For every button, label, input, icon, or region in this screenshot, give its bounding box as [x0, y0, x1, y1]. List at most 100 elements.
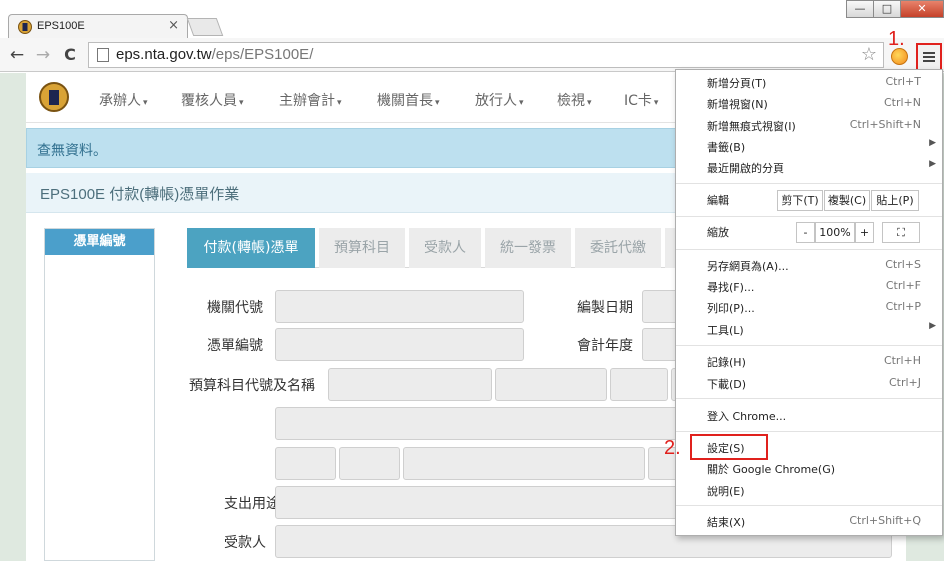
nav-ic-card[interactable]: IC卡 ▾ [624, 90, 658, 110]
minimize-button[interactable]: — [846, 0, 874, 18]
voucher-list: 憑單編號 [44, 228, 155, 561]
menu-item-help[interactable]: 說明(E) [676, 480, 942, 501]
menu-label: 另存網頁為(A)... [707, 260, 789, 273]
agency-logo-icon [18, 20, 32, 34]
nav-releaser[interactable]: 放行人 ▾ [475, 90, 524, 110]
nav-handler[interactable]: 承辦人 ▾ [99, 90, 148, 110]
menu-shortcut: Ctrl+Shift+Q [849, 514, 921, 527]
page-title: EPS100E 付款(轉帳)憑單作業 [40, 186, 240, 203]
caret-down-icon: ▾ [587, 98, 592, 108]
compile-date-label: 編製日期 [577, 300, 633, 316]
chrome-menu-button[interactable] [916, 43, 942, 71]
zoom-in-button[interactable]: + [855, 222, 874, 243]
chrome-menu: 新增分頁(T) Ctrl+T 新增視窗(N) Ctrl+N 新增無痕式視窗(I) Ct… [675, 69, 943, 536]
caret-down-icon: ▾ [143, 98, 148, 108]
menu-item-sign-in[interactable]: 登入 Chrome... [676, 405, 942, 426]
menu-label: 記錄(H) [707, 356, 746, 369]
close-window-button[interactable]: ✕ [900, 0, 944, 18]
caret-down-icon: ▾ [519, 98, 524, 108]
step-1-annotation: 1. [888, 28, 905, 50]
menu-item-exit[interactable]: 結束(X) Ctrl+Shift+Q [676, 511, 942, 532]
budget-field-c[interactable] [403, 447, 645, 480]
caret-down-icon: ▾ [435, 98, 440, 108]
budget-sub-input[interactable] [610, 368, 668, 401]
menu-label: 新增無痕式視窗(I) [707, 120, 796, 133]
nav-view[interactable]: 檢視 ▾ [557, 90, 592, 110]
menu-label: 工具(L) [707, 324, 744, 337]
tab-title: EPS100E [37, 20, 85, 32]
address-bar[interactable]: eps.nta.gov.tw/eps/EPS100E/ ☆ [88, 42, 884, 68]
menu-separator [676, 216, 942, 217]
menu-item-save-page[interactable]: 另存網頁為(A)... Ctrl+S [676, 255, 942, 276]
voucher-no-input[interactable] [275, 328, 524, 361]
url-path: /eps/EPS100E/ [211, 46, 314, 63]
budget-code-input[interactable] [328, 368, 492, 401]
budget-item-label: 預算科目代號及名稱 [189, 378, 315, 394]
tab-uniform-invoice[interactable]: 統一發票 [485, 228, 571, 268]
menu-separator [676, 431, 942, 432]
nav-label: 檢視 [557, 93, 585, 109]
maximize-button[interactable]: □ [873, 0, 901, 18]
step-2-annotation: 2. [664, 437, 681, 459]
menu-label: 下載(D) [707, 378, 747, 391]
nav-label: 覆核人員 [181, 93, 237, 109]
budget-name-input[interactable] [495, 368, 607, 401]
menu-item-incognito[interactable]: 新增無痕式視窗(I) Ctrl+Shift+N [676, 115, 942, 136]
nav-label: 承辦人 [99, 93, 141, 109]
menu-separator [676, 249, 942, 250]
expense-purpose-input[interactable] [275, 486, 685, 519]
menu-shortcut: Ctrl+T [885, 75, 921, 88]
tab-strip: EPS100E × — □ ✕ [0, 0, 944, 40]
menu-item-new-tab[interactable]: 新增分頁(T) Ctrl+T [676, 72, 942, 93]
nav-label: 機關首長 [377, 93, 433, 109]
menu-item-history[interactable]: 記錄(H) Ctrl+H [676, 351, 942, 372]
tab-budget-item[interactable]: 預算科目 [319, 228, 405, 268]
menu-item-downloads[interactable]: 下載(D) Ctrl+J [676, 373, 942, 394]
fullscreen-button[interactable]: ⛶ [882, 222, 920, 243]
agency-code-input[interactable] [275, 290, 524, 323]
menu-item-about[interactable]: 關於 Google Chrome(G) [676, 458, 942, 479]
voucher-list-header: 憑單編號 [45, 229, 154, 255]
new-tab-button[interactable] [186, 18, 224, 36]
copy-button[interactable]: 複製(C) [824, 190, 870, 211]
menu-item-tools[interactable]: 工具(L) ▶ [676, 319, 942, 340]
caret-down-icon: ▾ [337, 98, 342, 108]
browser-tab[interactable]: EPS100E × [8, 14, 188, 40]
back-button[interactable]: ← [7, 44, 27, 66]
browser-toolbar: ← → C eps.nta.gov.tw/eps/EPS100E/ ☆ [0, 38, 944, 72]
reload-button[interactable]: C [60, 44, 80, 66]
menu-item-recent-tabs[interactable]: 最近開啟的分頁 ▶ [676, 157, 942, 178]
tab-payment-voucher[interactable]: 付款(轉帳)憑單 [187, 228, 315, 268]
menu-separator [676, 398, 942, 399]
bookmark-star-icon[interactable]: ☆ [861, 44, 877, 65]
submenu-arrow-icon: ▶ [929, 138, 936, 148]
menu-shortcut: Ctrl+H [883, 354, 921, 367]
menu-item-bookmarks[interactable]: 書籤(B) ▶ [676, 136, 942, 157]
budget-field-b[interactable] [339, 447, 400, 480]
menu-item-print[interactable]: 列印(P)... Ctrl+P [676, 297, 942, 318]
payee-label: 受款人 [224, 535, 266, 551]
zoom-out-button[interactable]: - [796, 222, 815, 243]
submenu-arrow-icon: ▶ [929, 321, 936, 331]
menu-item-new-window[interactable]: 新增視窗(N) Ctrl+N [676, 93, 942, 114]
tab-close-icon[interactable]: × [168, 18, 179, 33]
page-icon [97, 48, 109, 62]
menu-item-find[interactable]: 尋找(F)... Ctrl+F [676, 276, 942, 297]
nav-chief-accountant[interactable]: 主辦會計 ▾ [279, 90, 342, 110]
menu-separator [676, 345, 942, 346]
menu-separator [676, 183, 942, 184]
nav-label: IC卡 [624, 93, 652, 109]
nav-agency-head[interactable]: 機關首長 ▾ [377, 90, 440, 110]
budget-field-a[interactable] [275, 447, 336, 480]
agency-logo[interactable] [39, 82, 69, 112]
forward-button[interactable]: → [33, 44, 53, 66]
cut-button[interactable]: 剪下(T) [777, 190, 823, 211]
budget-description-input[interactable] [275, 407, 685, 440]
menu-shortcut: Ctrl+N [883, 96, 921, 109]
nav-reviewer[interactable]: 覆核人員 ▾ [181, 90, 244, 110]
window-controls: — □ ✕ [846, 0, 944, 18]
tab-entrusted-payment[interactable]: 委託代繳 [575, 228, 661, 268]
tab-payee[interactable]: 受款人 [409, 228, 481, 268]
agency-code-label: 機關代號 [207, 300, 263, 316]
paste-button[interactable]: 貼上(P) [871, 190, 919, 211]
